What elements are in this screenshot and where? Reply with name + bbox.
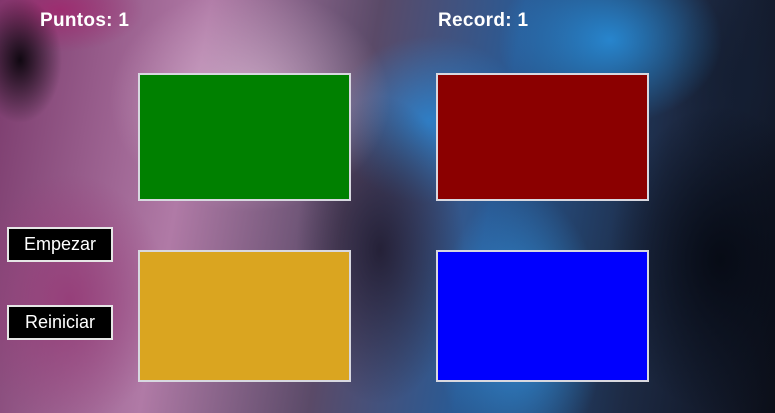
blue-tile[interactable]: [436, 250, 649, 382]
green-tile[interactable]: [138, 73, 351, 201]
abstract-background: [0, 0, 775, 413]
record-counter: Record: 1: [438, 10, 529, 31]
yellow-tile[interactable]: [138, 250, 351, 382]
reset-button[interactable]: Reiniciar: [7, 305, 113, 340]
red-tile[interactable]: [436, 73, 649, 201]
points-counter: Puntos: 1: [40, 10, 130, 31]
start-button[interactable]: Empezar: [7, 227, 113, 262]
